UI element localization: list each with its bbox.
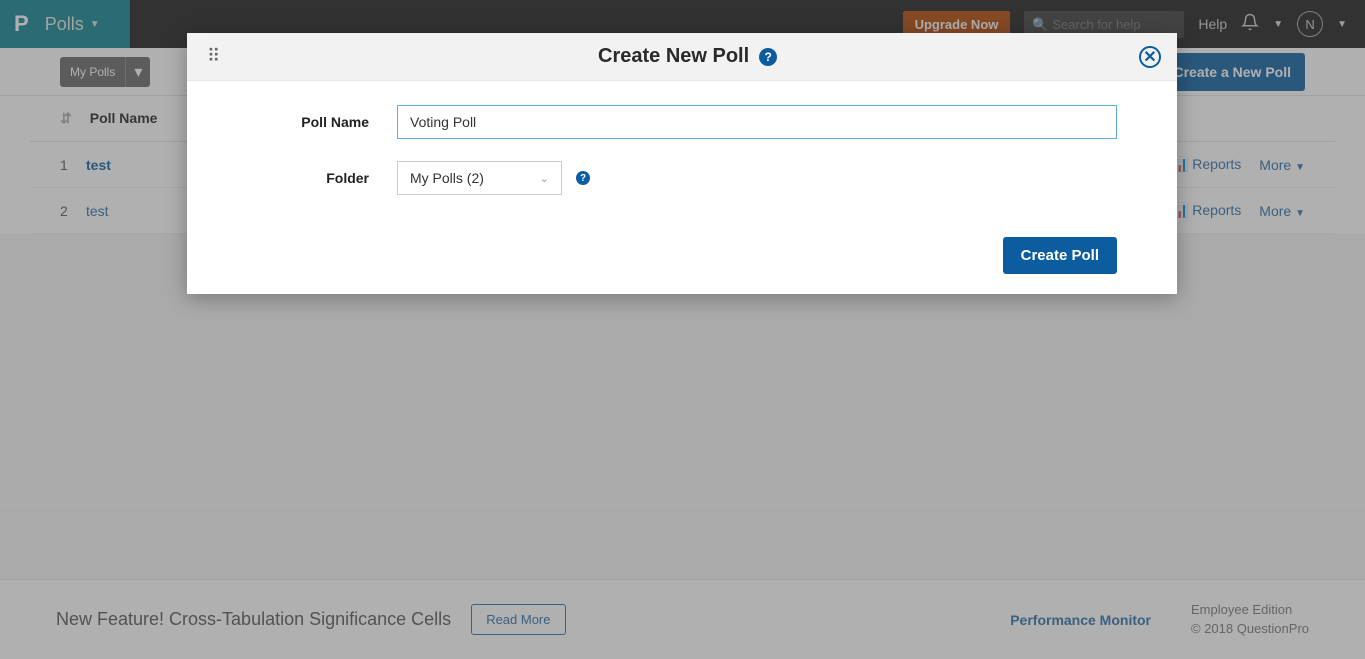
create-poll-modal: ⠿ Create New Poll ? ✕ Poll Name Folder M… [187,33,1177,294]
modal-title: Create New Poll ? [598,45,777,68]
form-row-folder: Folder My Polls (2) ⌄ ? [247,161,1117,195]
modal-footer: Create Poll [187,237,1177,294]
pollname-label: Poll Name [247,114,397,130]
pollname-input[interactable] [397,105,1117,139]
create-poll-submit-button[interactable]: Create Poll [1003,237,1117,274]
modal-body: Poll Name Folder My Polls (2) ⌄ ? [187,81,1177,237]
help-icon[interactable]: ? [576,171,590,185]
drag-handle-icon[interactable]: ⠿ [207,46,218,67]
chevron-down-icon: ⌄ [540,172,549,185]
folder-label: Folder [247,170,397,186]
folder-select[interactable]: My Polls (2) ⌄ [397,161,562,195]
modal-title-text: Create New Poll [598,45,749,68]
help-icon[interactable]: ? [759,48,777,66]
close-icon[interactable]: ✕ [1139,46,1161,68]
modal-header: ⠿ Create New Poll ? ✕ [187,33,1177,81]
form-row-pollname: Poll Name [247,105,1117,139]
folder-select-value: My Polls (2) [410,170,484,186]
